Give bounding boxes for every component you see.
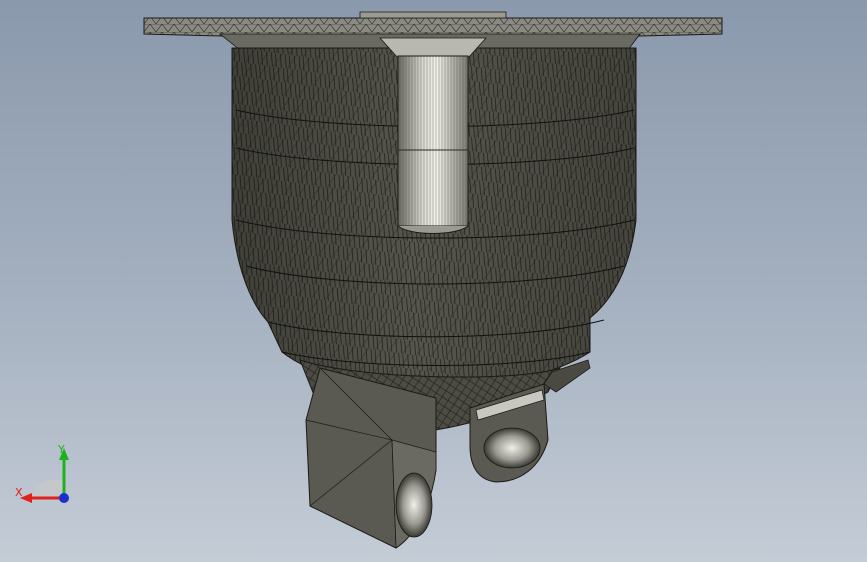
x-axis-label: X: [15, 486, 23, 499]
bore-countersink: [379, 37, 487, 59]
left-leg-cone: [395, 472, 433, 538]
z-axis-dot: [59, 493, 69, 503]
graphics-viewport[interactable]: Y X: [0, 0, 867, 562]
y-axis-label: Y: [58, 443, 65, 456]
cad-mesh-model[interactable]: [0, 0, 867, 562]
right-clip-cone: [483, 427, 541, 469]
triad-xy-plane: [32, 479, 64, 498]
